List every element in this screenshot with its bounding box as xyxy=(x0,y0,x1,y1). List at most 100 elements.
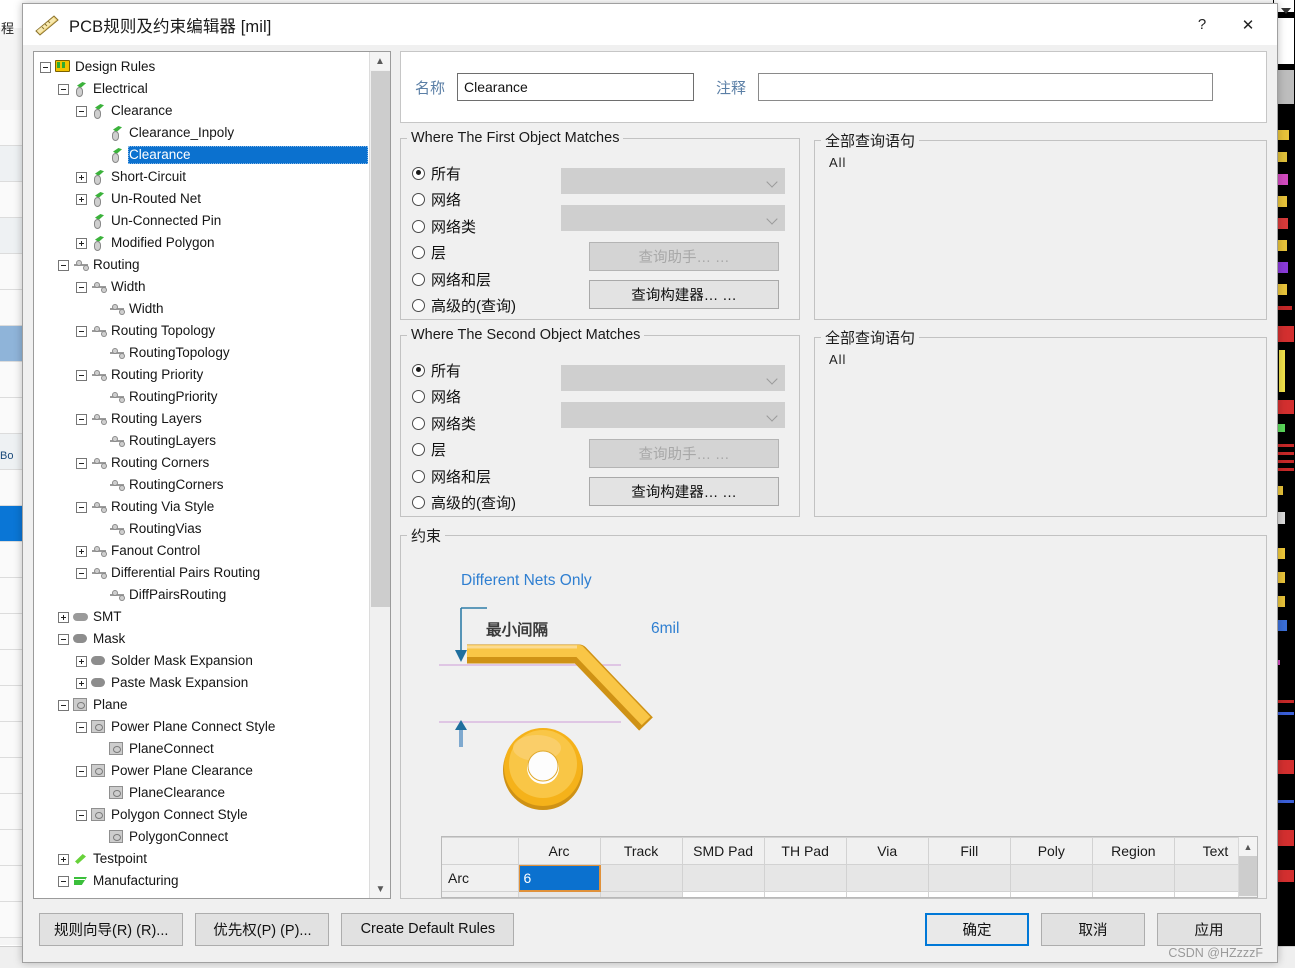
tree-item-mask[interactable]: Mask xyxy=(40,628,368,650)
column-header-track[interactable]: Track xyxy=(599,837,683,865)
create-default-rules-button[interactable]: Create Default Rules xyxy=(341,912,515,946)
tree-item-plane[interactable]: Plane xyxy=(40,694,368,716)
design-rules-tree[interactable]: Design Rules Electrical Clearance Clearance… xyxy=(33,51,391,899)
tree-item-polygon-connect-style[interactable]: Polygon Connect Style xyxy=(40,804,368,826)
expand-icon[interactable] xyxy=(58,853,69,865)
column-header-poly[interactable]: Poly xyxy=(1009,837,1093,865)
tree-item-polygonconnect[interactable]: PolygonConnect xyxy=(40,826,368,848)
chevron-up-icon[interactable]: ▲ xyxy=(1239,837,1257,856)
expand-icon[interactable] xyxy=(76,171,87,183)
tree-item-width[interactable]: Width xyxy=(40,298,368,320)
tree-item-width[interactable]: Width xyxy=(40,276,368,298)
second-query-builder-button[interactable]: 查询构建器… … xyxy=(589,477,779,506)
first-full-query-text[interactable]: All xyxy=(815,151,1266,170)
tree-item-design-rules[interactable]: Design Rules xyxy=(40,56,368,78)
first-query-builder-button[interactable]: 查询构建器… … xyxy=(589,280,779,309)
tree-item-differential-pairs-routing[interactable]: Differential Pairs Routing xyxy=(40,562,368,584)
matrix-scrollbar[interactable]: ▲ xyxy=(1238,837,1257,897)
first-object-radio-list[interactable]: 所有 网络 网络类层网络和层 高级的(查询) xyxy=(412,160,516,319)
column-header-arc[interactable]: Arc xyxy=(517,837,601,865)
collapse-icon[interactable] xyxy=(76,105,87,117)
collapse-icon[interactable] xyxy=(76,721,87,733)
radio-second-0[interactable]: 所有 xyxy=(412,357,516,384)
column-header-region[interactable]: Region xyxy=(1091,837,1175,865)
close-icon[interactable]: ✕ xyxy=(1225,4,1271,45)
matrix-cell-arc-region[interactable] xyxy=(1091,864,1175,892)
expand-icon[interactable] xyxy=(76,677,87,689)
tree-item-planeclearance[interactable]: PlaneClearance xyxy=(40,782,368,804)
tree-item-un-connected-pin[interactable]: Un-Connected Pin xyxy=(40,210,368,232)
tree-item-un-routed-net[interactable]: Un-Routed Net xyxy=(40,188,368,210)
column-header-via[interactable]: Via xyxy=(845,837,929,865)
column-header-th-pad[interactable]: TH Pad xyxy=(763,837,847,865)
tree-item-clearance[interactable]: Clearance xyxy=(40,100,368,122)
column-header-smd-pad[interactable]: SMD Pad xyxy=(681,837,765,865)
collapse-icon[interactable] xyxy=(76,809,87,821)
tree-item-routingvias[interactable]: RoutingVias xyxy=(40,518,368,540)
tree-item-planeconnect[interactable]: PlaneConnect xyxy=(40,738,368,760)
tree-item-manufacturing[interactable]: Manufacturing xyxy=(40,870,368,892)
second-object-netclass-combo[interactable] xyxy=(561,402,785,428)
second-object-radio-list[interactable]: 所有 网络 网络类层网络和层 高级的(查询) xyxy=(412,357,516,516)
collapse-icon[interactable] xyxy=(76,281,87,293)
expand-icon[interactable] xyxy=(58,611,69,623)
collapse-icon[interactable] xyxy=(76,413,87,425)
collapse-icon[interactable] xyxy=(76,765,87,777)
matrix-scrollbar-thumb[interactable] xyxy=(1239,856,1257,896)
table-body[interactable]: Arc6Track66 xyxy=(442,864,1257,897)
expand-icon[interactable] xyxy=(76,655,87,667)
tree-items[interactable]: Design Rules Electrical Clearance Clearance… xyxy=(34,52,368,898)
matrix-cell-arc-via[interactable] xyxy=(845,864,929,892)
expand-icon[interactable] xyxy=(76,237,87,249)
rule-wizard-button[interactable]: 规则向导(R) (R)... xyxy=(39,912,184,946)
collapse-icon[interactable] xyxy=(40,61,51,73)
tree-item-solder-mask-expansion[interactable]: Solder Mask Expansion xyxy=(40,650,368,672)
tree-scrollbar[interactable]: ▲ ▼ xyxy=(369,52,390,898)
matrix-cell-arc-arc[interactable]: 6 xyxy=(517,864,601,892)
clearance-matrix[interactable]: Arc Track SMD Pad TH Pad Via Fill Poly Region Te… xyxy=(441,836,1258,898)
radio-second-1[interactable]: 网络 xyxy=(412,384,516,411)
collapse-icon[interactable] xyxy=(76,567,87,579)
tree-item-routingpriority[interactable]: RoutingPriority xyxy=(40,386,368,408)
different-nets-only-link[interactable]: Different Nets Only xyxy=(461,572,592,590)
collapse-icon[interactable] xyxy=(58,633,69,645)
tree-item-diffpairsrouting[interactable]: DiffPairsRouting xyxy=(40,584,368,606)
tree-item-clearance-inpoly[interactable]: Clearance_Inpoly xyxy=(40,122,368,144)
tree-item-routing[interactable]: Routing xyxy=(40,254,368,276)
tree-item-smt[interactable]: SMT xyxy=(40,606,368,628)
matrix-cell-arc-poly[interactable] xyxy=(1009,864,1093,892)
radio-second-4[interactable]: 网络和层 xyxy=(412,463,516,490)
cancel-button[interactable]: 取消 xyxy=(1041,912,1145,946)
collapse-icon[interactable] xyxy=(58,83,69,95)
radio-first-2[interactable]: 网络类 xyxy=(412,213,516,240)
tree-item-modified-polygon[interactable]: Modified Polygon xyxy=(40,232,368,254)
first-query-helper-button[interactable]: 查询助手… … xyxy=(589,242,779,271)
collapse-icon[interactable] xyxy=(58,699,69,711)
tree-item-electrical[interactable]: Electrical xyxy=(40,78,368,100)
second-full-query-text[interactable]: All xyxy=(815,348,1266,367)
tree-item-routing-topology[interactable]: Routing Topology xyxy=(40,320,368,342)
radio-first-5[interactable]: 高级的(查询) xyxy=(412,293,516,320)
apply-button[interactable]: 应用 xyxy=(1157,912,1261,946)
comment-input[interactable] xyxy=(758,73,1214,101)
tree-item-routingtopology[interactable]: RoutingTopology xyxy=(40,342,368,364)
matrix-cell-arc-th-pad[interactable] xyxy=(763,864,847,892)
tree-item-power-plane-connect-style[interactable]: Power Plane Connect Style xyxy=(40,716,368,738)
tree-item-testpoint[interactable]: Testpoint xyxy=(40,848,368,870)
tree-item-routing-corners[interactable]: Routing Corners xyxy=(40,452,368,474)
collapse-icon[interactable] xyxy=(58,875,69,887)
radio-second-5[interactable]: 高级的(查询) xyxy=(412,490,516,517)
collapse-icon[interactable] xyxy=(76,325,87,337)
expand-icon[interactable] xyxy=(76,545,87,557)
matrix-cell-arc-smd-pad[interactable] xyxy=(681,864,765,892)
tree-item-routingcorners[interactable]: RoutingCorners xyxy=(40,474,368,496)
tree-scrollbar-thumb[interactable] xyxy=(371,71,390,607)
tree-item-fanout-control[interactable]: Fanout Control xyxy=(40,540,368,562)
radio-first-1[interactable]: 网络 xyxy=(412,187,516,214)
second-query-helper-button[interactable]: 查询助手… … xyxy=(589,439,779,468)
radio-first-4[interactable]: 网络和层 xyxy=(412,266,516,293)
tree-item-routinglayers[interactable]: RoutingLayers xyxy=(40,430,368,452)
radio-second-2[interactable]: 网络类 xyxy=(412,410,516,437)
tree-item-clearance[interactable]: Clearance xyxy=(40,144,368,166)
chevron-up-icon[interactable]: ▲ xyxy=(370,52,390,70)
